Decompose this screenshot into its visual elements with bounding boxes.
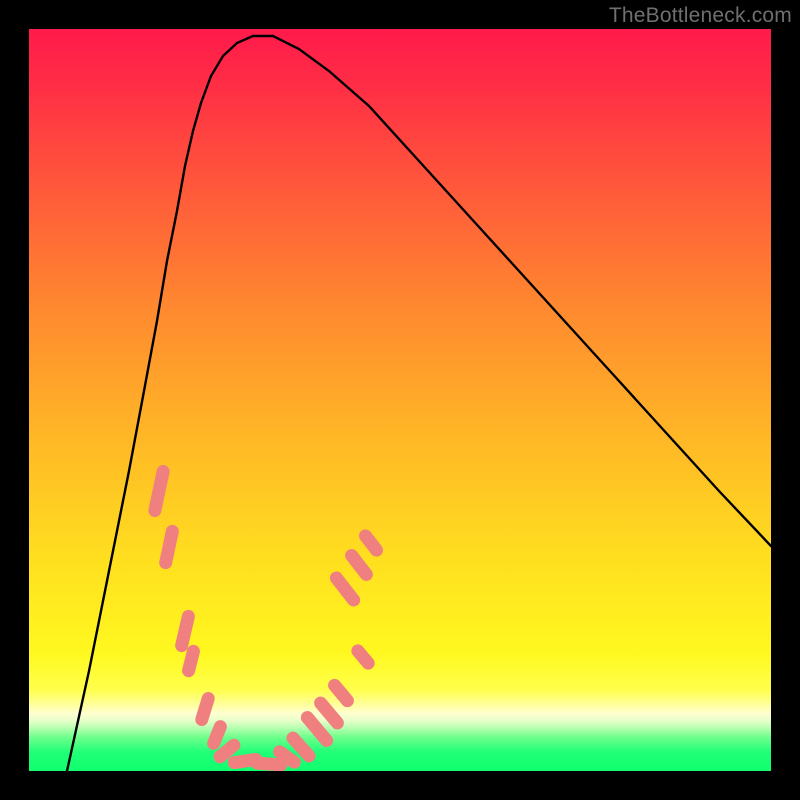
marker-cluster-right-upper2 <box>352 556 367 575</box>
marker-cluster-right-4 <box>335 685 348 700</box>
marker-cluster-right-upper3 <box>365 536 376 550</box>
marker-cluster-right-3 <box>321 703 338 723</box>
marker-cluster-left-upper <box>155 471 163 510</box>
marker-cluster-right-5 <box>358 651 368 663</box>
curve-layer <box>29 29 771 771</box>
marker-cluster-left-mid <box>182 616 189 645</box>
marker-cluster-left-low2 <box>214 727 221 744</box>
plot-area <box>29 29 771 771</box>
marker-cluster-right-1 <box>293 738 309 756</box>
bottleneck-curve <box>67 36 771 771</box>
marker-cluster-right-low <box>280 752 295 762</box>
marker-cluster-right-upper <box>336 578 353 600</box>
chart-frame: TheBottleneck.com <box>0 0 800 800</box>
marker-cluster-left-upper2 <box>166 531 173 562</box>
watermark-label: TheBottleneck.com <box>609 4 792 28</box>
marker-cluster-left-low <box>202 698 208 719</box>
marker-cluster-left-mid2 <box>189 651 194 670</box>
marker-bottom-1 <box>220 745 234 757</box>
marker-layer <box>155 471 377 764</box>
marker-bottom-3 <box>257 763 281 765</box>
marker-cluster-right-2 <box>307 718 326 741</box>
